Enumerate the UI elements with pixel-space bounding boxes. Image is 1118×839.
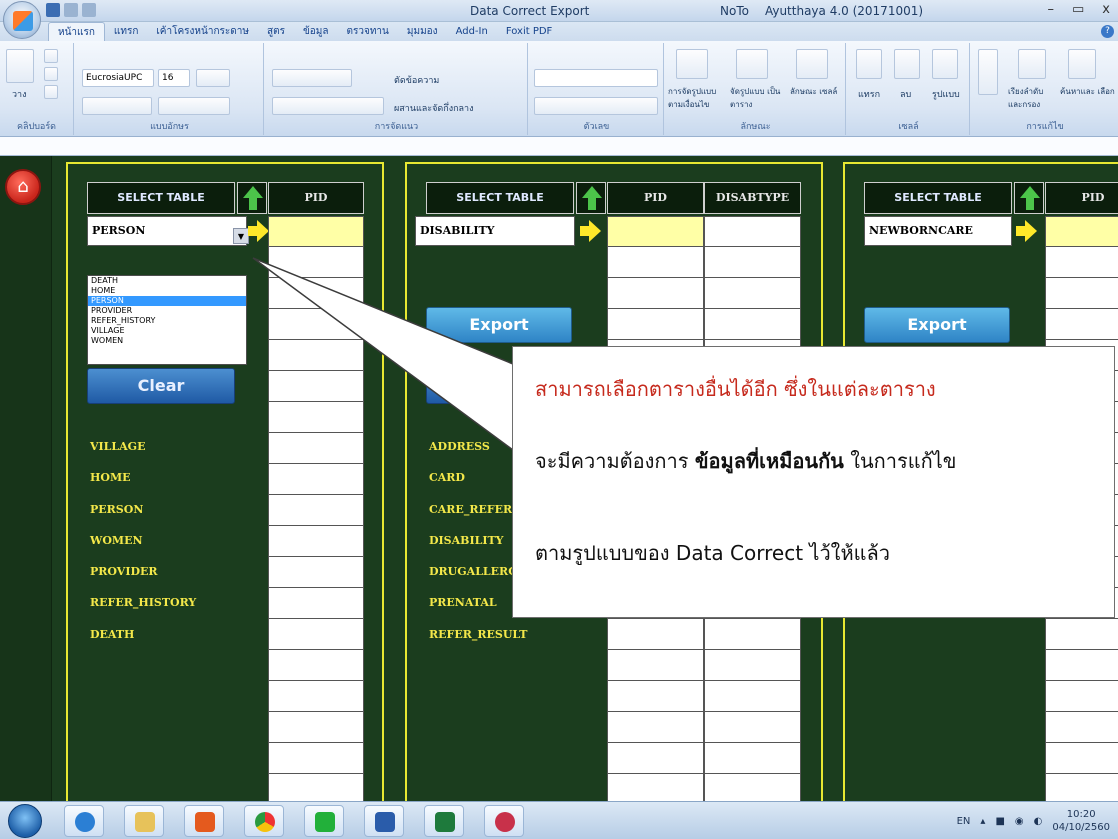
- callout-line-2: จะมีความต้องการ ข้อมูลที่เหมือนกัน ในการ…: [535, 445, 956, 477]
- callout-line-1: สามารถเลือกตารางอื่นได้อีก ซึ่งในแต่ละตา…: [535, 377, 936, 401]
- callout-line-2-pre: จะมีความต้องการ: [535, 449, 695, 473]
- callout-highlight: ข้อมูลที่เหมือนกัน: [694, 449, 844, 473]
- callout-line-3: ตามรูปแบบของ Data Correct ไว้ให้แล้ว: [535, 541, 891, 565]
- callout-line-2-post: ในการแก้ไข: [843, 449, 957, 473]
- callout-pointer-shape: [252, 257, 514, 452]
- callout-box: สามารถเลือกตารางอื่นได้อีก ซึ่งในแต่ละตา…: [512, 346, 1115, 618]
